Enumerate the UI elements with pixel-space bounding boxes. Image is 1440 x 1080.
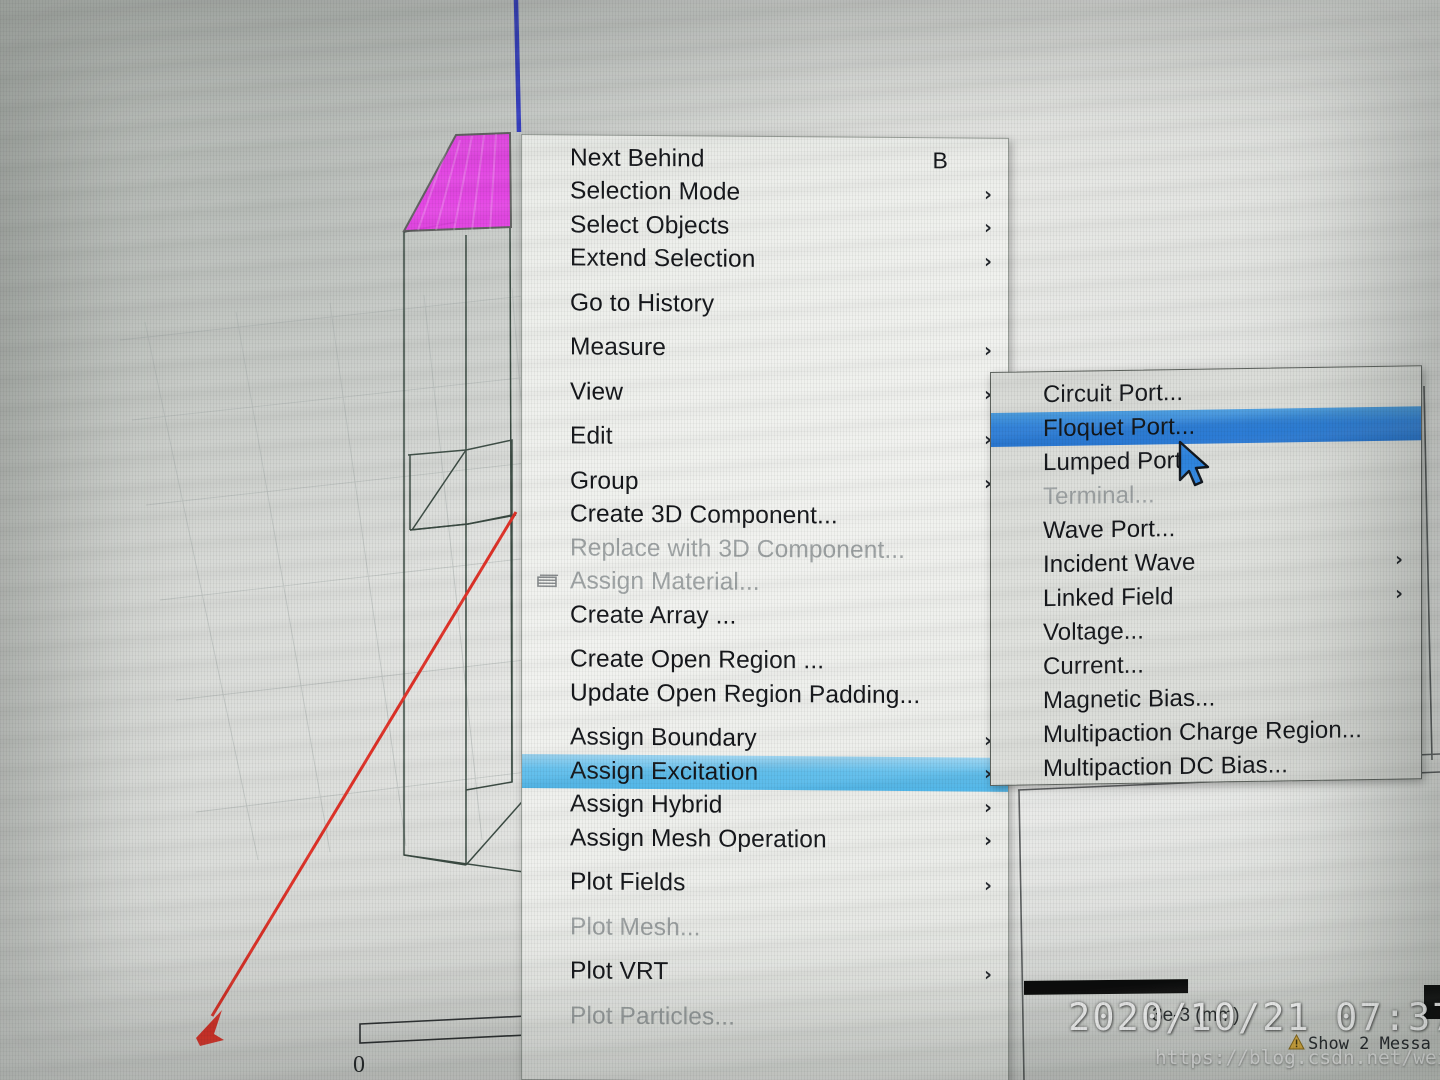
- menu-item-label: Wave Port...: [1043, 515, 1176, 545]
- menu-item-assign-excitation[interactable]: Assign Excitation ›: [522, 754, 1008, 792]
- scale-bar-origin-label: 0: [353, 1052, 365, 1078]
- chevron-right-icon: ›: [984, 183, 992, 206]
- camera-timestamp: 2020/10/21 07:37: [1068, 996, 1440, 1039]
- screenshot-root: Next Behind B Selection Mode › Select Object…: [0, 0, 1440, 1080]
- menu-item-label: Measure: [570, 333, 667, 362]
- menu-item-label: Plot VRT: [570, 957, 669, 986]
- menu-item-label: Multipaction Charge Region...: [1043, 716, 1363, 749]
- menu-item-create-array[interactable]: Create Array ...: [522, 598, 1008, 635]
- menu-item-label: Group: [570, 467, 639, 495]
- menu-item-extend-selection[interactable]: Extend Selection ›: [522, 242, 1008, 279]
- menu-item-label: Update Open Region Padding...: [570, 679, 921, 709]
- menu-item-plot-mesh: Plot Mesh...: [522, 910, 1008, 947]
- chevron-right-icon: ›: [984, 216, 992, 239]
- menu-item-label: Replace with 3D Component...: [570, 534, 906, 564]
- menu-item-label: Plot Fields: [570, 868, 686, 897]
- menu-item-assign-mesh-operation[interactable]: Assign Mesh Operation ›: [522, 821, 1008, 858]
- menu-item-update-open-region-padding[interactable]: Update Open Region Padding...: [522, 676, 1008, 713]
- menu-item-multipaction-dc-bias[interactable]: Multipaction DC Bias...: [991, 746, 1421, 787]
- menu-item-label: Linked Field: [1043, 583, 1174, 613]
- menu-item-label: Terminal...: [1043, 481, 1155, 511]
- menu-item-label: Incident Wave: [1043, 548, 1196, 579]
- chevron-right-icon: ›: [984, 829, 992, 852]
- menu-item-label: Circuit Port...: [1043, 378, 1184, 409]
- object-context-menu[interactable]: Next Behind B Selection Mode › Select Object…: [521, 134, 1009, 1080]
- menu-item-plot-vrt[interactable]: Plot VRT ›: [522, 955, 1008, 992]
- menu-item-label: Edit: [570, 422, 613, 450]
- menu-item-label: Select Objects: [570, 211, 730, 240]
- menu-item-label: Assign Material...: [570, 567, 760, 597]
- menu-item-label: Floquet Port...: [1043, 412, 1196, 443]
- menu-item-view[interactable]: View ›: [522, 375, 1008, 412]
- menu-item-label: Create Open Region ...: [570, 645, 825, 675]
- menu-item-assign-material: Assign Material...: [522, 565, 1008, 602]
- chevron-right-icon: ›: [1395, 582, 1403, 605]
- menu-item-label: Multipaction DC Bias...: [1043, 751, 1289, 783]
- chevron-right-icon: ›: [984, 874, 992, 897]
- menu-item-create-3d-component[interactable]: Create 3D Component...: [522, 498, 1008, 535]
- menu-item-assign-hybrid[interactable]: Assign Hybrid ›: [522, 788, 1008, 825]
- menu-item-plot-fields[interactable]: Plot Fields ›: [522, 866, 1008, 903]
- menu-item-create-open-region[interactable]: Create Open Region ...: [522, 643, 1008, 680]
- chevron-right-icon: ›: [984, 339, 992, 362]
- menu-item-label: Create 3D Component...: [570, 500, 838, 530]
- menu-item-edit[interactable]: Edit ›: [522, 420, 1008, 457]
- menu-item-label: Assign Boundary: [570, 723, 757, 753]
- menu-item-label: Plot Particles...: [570, 1002, 736, 1031]
- menu-item-go-to-history[interactable]: Go to History: [522, 286, 1008, 323]
- warning-icon: [1288, 1034, 1305, 1050]
- chevron-right-icon: ›: [984, 250, 992, 273]
- menu-item-replace-with-3d-component: Replace with 3D Component...: [522, 531, 1008, 568]
- menu-item-label: Assign Hybrid: [570, 790, 723, 819]
- menu-item-shortcut: B: [932, 147, 948, 174]
- menu-item-label: Plot Mesh...: [570, 913, 701, 942]
- material-icon: [537, 574, 558, 588]
- status-bar-message[interactable]: Show 2 Messa: [1308, 1034, 1431, 1054]
- chevron-right-icon: ›: [984, 796, 992, 819]
- assign-excitation-submenu[interactable]: Circuit Port... Floquet Port... Lumped Por…: [990, 365, 1422, 786]
- panel-black-bar-1: [1024, 979, 1188, 995]
- menu-item-label: Go to History: [570, 289, 715, 318]
- menu-item-label: Extend Selection: [570, 244, 756, 274]
- chevron-right-icon: ›: [984, 963, 992, 986]
- menu-item-label: Magnetic Bias...: [1043, 684, 1216, 715]
- menu-item-plot-particles: Plot Particles...: [522, 999, 1008, 1036]
- menu-item-measure[interactable]: Measure ›: [522, 331, 1008, 368]
- menu-item-selection-mode[interactable]: Selection Mode ›: [522, 175, 1008, 212]
- menu-item-group[interactable]: Group ›: [522, 464, 1008, 501]
- menu-item-label: Assign Mesh Operation: [570, 824, 827, 854]
- menu-item-label: Next Behind: [570, 144, 705, 173]
- menu-item-assign-boundary[interactable]: Assign Boundary ›: [522, 721, 1008, 758]
- chevron-right-icon: ›: [1395, 548, 1403, 571]
- menu-item-label: Create Array ...: [570, 601, 737, 630]
- menu-item-next-behind[interactable]: Next Behind B: [522, 141, 1008, 178]
- mouse-cursor: [1178, 440, 1210, 487]
- menu-item-select-objects[interactable]: Select Objects ›: [522, 208, 1008, 245]
- menu-item-label: Assign Excitation: [570, 757, 759, 786]
- menu-item-label: View: [570, 378, 624, 406]
- menu-item-label: Selection Mode: [570, 177, 741, 206]
- menu-item-label: Current...: [1043, 651, 1145, 681]
- menu-item-label: Voltage...: [1043, 617, 1145, 647]
